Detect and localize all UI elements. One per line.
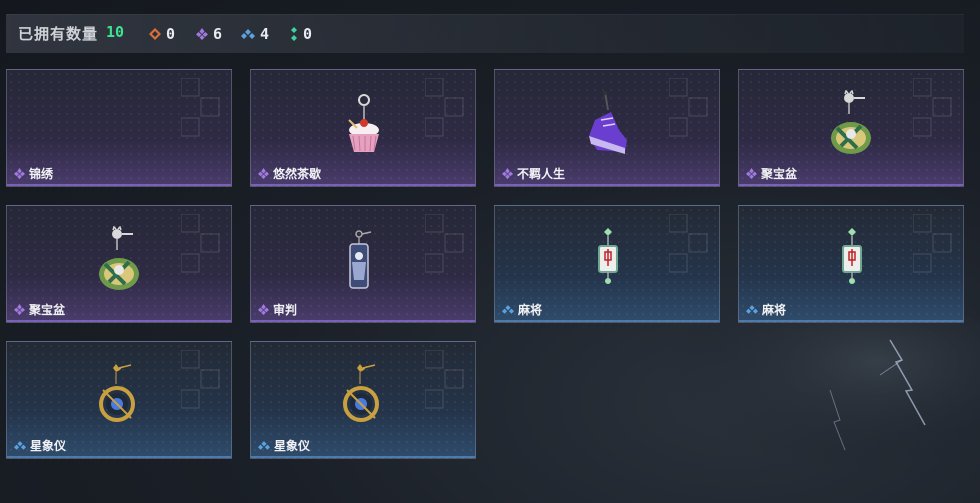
rarity-line [495,184,719,186]
card-pattern-icon [913,214,952,273]
rarity-line [739,184,963,186]
stat-purple-value: 6 [213,25,223,43]
charm-card[interactable]: 不羁人生 [494,69,720,187]
blue-rarity-icon [14,441,26,450]
purple-rarity-icon [258,304,269,315]
card-pattern-icon [425,78,464,137]
charm-name: 聚宝盆 [29,303,66,317]
charm-card[interactable]: 星象仪 [250,341,476,459]
charm-name: 星象仪 [274,439,311,453]
storm-background [660,300,980,470]
rarity-line [7,456,231,458]
charm-card[interactable]: 锦绣 [6,69,232,187]
charm-card[interactable]: 聚宝盆 [738,69,964,187]
blue-rarity-icon [502,305,514,314]
cupcake-charm-icon [348,94,379,152]
stat-green: 0 [290,24,312,44]
stat-orange: 0 [149,24,175,44]
card-pattern-icon [669,214,708,273]
treasure-bowl-charm-icon [831,90,871,154]
rarity-line [495,320,719,322]
card-pattern-icon [181,78,220,137]
stat-blue-value: 4 [260,25,270,43]
owned-count-bar: 已拥有数量 10 0 6 4 0 [6,14,964,53]
blue-rarity-icon [746,305,758,314]
charm-label: 麻将 [746,301,786,318]
mahjong-charm-icon [842,228,862,284]
rarity-line [251,184,475,186]
charm-card[interactable]: 悠然茶歇 [250,69,476,187]
charm-card[interactable]: 星象仪 [6,341,232,459]
charm-label: 麻将 [502,301,542,318]
card-pattern-icon [181,350,220,409]
sneaker-charm-icon [589,91,627,154]
charm-name: 星象仪 [30,439,67,453]
purple-rarity-icon [746,168,757,179]
charm-name: 悠然茶歇 [273,167,322,181]
charm-name: 聚宝盆 [761,167,798,181]
purple-rarity-icon [502,168,513,179]
purple-rarity-icon [258,168,269,179]
green-diamond-icon [291,27,297,41]
rarity-line [7,320,231,322]
charm-label: 聚宝盆 [746,165,797,182]
purple-rarity-icon [14,168,25,179]
rarity-line [739,320,963,322]
rarity-line [251,320,475,322]
card-pattern-icon [669,78,708,137]
card-pattern-icon [425,214,464,273]
charm-card[interactable]: 麻将 [738,205,964,323]
judgment-card-charm-icon [349,230,372,289]
charm-card[interactable]: 审判 [250,205,476,323]
stat-green-value: 0 [303,25,313,43]
astrolabe-charm-icon [343,364,379,422]
charm-name: 审判 [273,303,298,317]
owned-count-label: 已拥有数量 [18,25,99,43]
stat-purple: 6 [196,24,222,44]
charm-card[interactable]: 聚宝盆 [6,205,232,323]
charm-label: 审判 [258,301,297,318]
charm-label: 聚宝盆 [14,301,65,318]
astrolabe-charm-icon [99,364,135,422]
purple-diamond-icon [196,28,208,40]
orange-diamond-icon [149,28,161,40]
card-pattern-icon [425,350,464,409]
charm-name: 麻将 [762,303,787,317]
owned-count-value: 10 [106,23,125,41]
charm-card[interactable]: 麻将 [494,205,720,323]
charm-label: 星象仪 [258,437,310,454]
stat-orange-value: 0 [166,25,176,43]
charm-name: 不羁人生 [517,167,566,181]
blue-rarity-icon [258,441,270,450]
stat-blue: 4 [241,24,269,44]
mahjong-charm-icon [598,228,618,284]
treasure-bowl-charm-icon [99,226,139,290]
charm-name: 麻将 [518,303,543,317]
rarity-line [251,456,475,458]
purple-rarity-icon [14,304,25,315]
charm-label: 悠然茶歇 [258,165,321,182]
charm-label: 不羁人生 [502,165,565,182]
card-pattern-icon [913,78,952,137]
blue-diamond-icon [241,29,255,39]
card-pattern-icon [181,214,220,273]
charm-name: 锦绣 [29,167,54,181]
charm-label: 星象仪 [14,437,66,454]
rarity-line [7,184,231,186]
charm-label: 锦绣 [14,165,53,182]
